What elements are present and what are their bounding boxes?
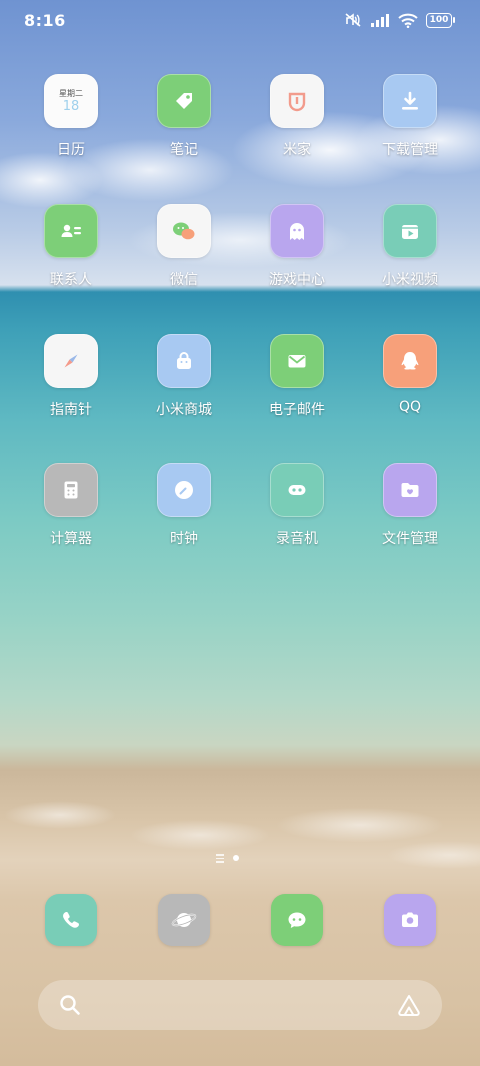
dock-browser[interactable]: [158, 894, 210, 946]
message-bubble-icon: [271, 894, 323, 946]
calculator-icon: [44, 463, 98, 517]
camera-icon: [384, 894, 436, 946]
app-contacts[interactable]: 联系人: [21, 204, 121, 289]
app-recorder[interactable]: 录音机: [247, 463, 347, 548]
contact-card-icon: [44, 204, 98, 258]
calendar-day: 18: [62, 99, 80, 114]
app-label: 小米视频: [382, 272, 438, 288]
app-qq[interactable]: QQ: [360, 334, 460, 415]
app-label: 小米商城: [156, 402, 212, 418]
app-compass[interactable]: 指南针: [21, 334, 121, 419]
app-clock[interactable]: 时钟: [134, 463, 234, 548]
dock-messages[interactable]: [271, 894, 323, 946]
search-icon[interactable]: [58, 993, 82, 1021]
app-calendar[interactable]: 星期二 18 日历: [21, 74, 121, 159]
app-label: 联系人: [50, 272, 92, 288]
app-notes[interactable]: 笔记: [134, 74, 234, 159]
app-label: 文件管理: [382, 531, 438, 547]
clock-icon: [157, 463, 211, 517]
wifi-icon: [398, 13, 418, 28]
battery-icon: 100: [426, 12, 455, 28]
app-download-manager[interactable]: 下载管理: [360, 74, 460, 159]
app-label: QQ: [398, 399, 422, 415]
app-label: 时钟: [170, 531, 198, 547]
ghost-icon: [270, 204, 324, 258]
page-list-icon: [216, 854, 224, 863]
status-bar: 8:16 100: [0, 0, 480, 44]
search-bar[interactable]: [38, 980, 442, 1030]
app-mijia[interactable]: 米家: [247, 74, 347, 159]
penguin-icon: [383, 334, 437, 388]
folder-icon: [383, 463, 437, 517]
shopping-bag-icon: [157, 334, 211, 388]
recorder-icon: [270, 463, 324, 517]
app-wechat[interactable]: 微信: [134, 204, 234, 289]
wechat-icon: [157, 204, 211, 258]
app-label: 下载管理: [382, 142, 438, 158]
signal-icon: [370, 13, 390, 27]
app-label: 日历: [57, 142, 85, 158]
app-mi-store[interactable]: 小米商城: [134, 334, 234, 419]
app-label: 电子邮件: [269, 402, 325, 418]
planet-icon: [158, 894, 210, 946]
app-mi-video[interactable]: 小米视频: [360, 204, 460, 289]
app-email[interactable]: 电子邮件: [247, 334, 347, 419]
calendar-weekday: 星期二: [59, 89, 83, 98]
page-dot-active: [233, 855, 239, 862]
status-icons: 100: [344, 12, 455, 28]
dock-camera[interactable]: [384, 894, 436, 946]
app-game-center[interactable]: 游戏中心: [247, 204, 347, 289]
compass-icon: [44, 334, 98, 388]
mijia-icon: [270, 74, 324, 128]
phone-icon: [45, 894, 97, 946]
video-icon: [383, 204, 437, 258]
page-indicator[interactable]: [216, 854, 239, 863]
wallpaper-foam: [0, 755, 480, 890]
app-file-manager[interactable]: 文件管理: [360, 463, 460, 548]
assistant-icon[interactable]: [396, 993, 422, 1021]
app-label: 微信: [170, 272, 198, 288]
calendar-icon: 星期二 18: [44, 74, 98, 128]
app-label: 指南针: [50, 402, 92, 418]
app-label: 游戏中心: [269, 272, 325, 288]
download-icon: [383, 74, 437, 128]
app-label: 米家: [283, 142, 311, 158]
dock-phone[interactable]: [45, 894, 97, 946]
status-time: 8:16: [24, 11, 66, 30]
tag-icon: [157, 74, 211, 128]
app-label: 计算器: [50, 531, 92, 547]
app-label: 录音机: [276, 531, 318, 547]
app-label: 笔记: [170, 142, 198, 158]
app-calculator[interactable]: 计算器: [21, 463, 121, 548]
mute-icon: [344, 12, 362, 28]
mail-icon: [270, 334, 324, 388]
